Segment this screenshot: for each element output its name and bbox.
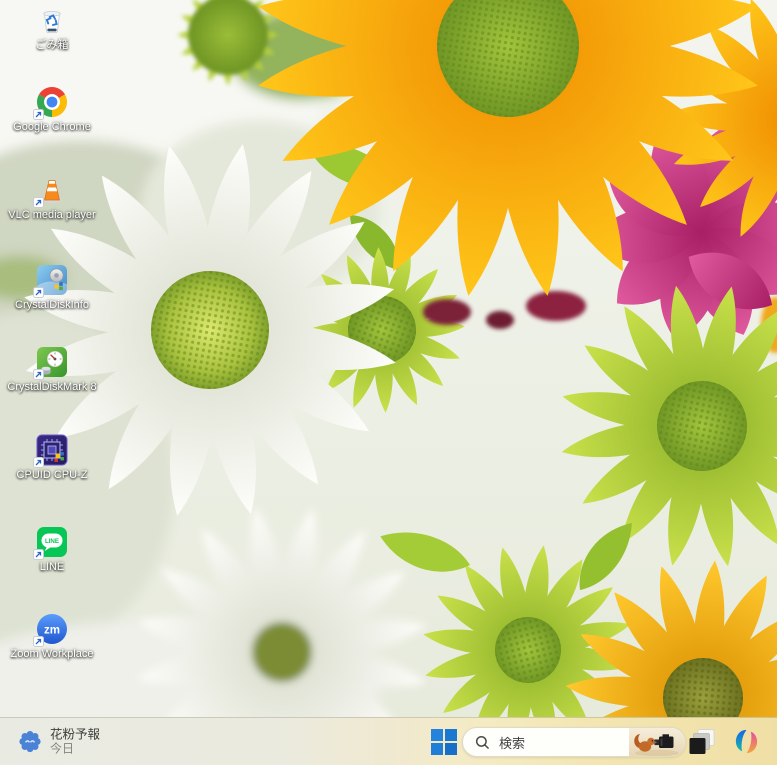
shortcut-arrow-icon [33,369,44,380]
desktop-icon-label: VLC media player [8,209,95,222]
weather-widget[interactable]: 花粉予報 今日 [13,725,106,758]
widget-subtitle: 今日 [50,742,100,756]
flower-wallpaper [0,0,777,765]
shortcut-arrow-icon [33,197,44,208]
desktop-icon-label: Google Chrome [13,121,91,134]
desktop-icon-label: CrystalDiskMark 8 [7,381,96,394]
desktop-icon-crystaldiskinfo[interactable]: CrystalDiskInfo [4,264,100,312]
shortcut-arrow-icon [33,287,44,298]
desktop-icon-label: CrystalDiskInfo [15,299,89,312]
search-box[interactable]: 検索 [462,727,686,757]
pollen-icon [19,731,41,753]
desktop-icon-label: CPUID CPU-Z [17,469,88,482]
desktop-icon-label: Zoom Workplace [11,648,94,661]
desktop-icon-crystaldiskmark[interactable]: CrystalDiskMark 8 [4,346,100,394]
desktop-icon-google-chrome[interactable]: Google Chrome [4,86,100,134]
squirrel-with-camera-photo[interactable] [629,727,685,757]
windows-start-icon [431,729,457,755]
stacked-photos-icon [689,729,715,755]
search-icon [475,735,490,750]
shortcut-arrow-icon [33,549,44,560]
desktop: ごみ箱 Google Chrome [0,0,777,765]
start-button[interactable] [427,725,461,759]
line-badge-text: LINE [45,538,59,545]
taskbar: 花粉予報 今日 検索 [0,717,777,765]
shortcut-arrow-icon [33,457,44,468]
taskbar-app-stacked-photos[interactable] [684,724,720,760]
desktop-icon-zoom[interactable]: zm Zoom Workplace [4,613,100,661]
desktop-icon-label: ごみ箱 [36,39,69,52]
shortcut-arrow-icon [33,636,44,647]
desktop-icon-vlc[interactable]: VLC media player [4,174,100,222]
desktop-icon-line[interactable]: LINE LINE [4,526,100,574]
desktop-icon-cpu-z[interactable]: CPUID CPU-Z [4,434,100,482]
copilot-icon [733,728,760,755]
taskbar-copilot-button[interactable] [728,724,764,760]
search-placeholder: 検索 [499,733,525,752]
zoom-badge-text: zm [44,625,60,637]
recycle-bin-icon [36,4,68,36]
desktop-icon-recycle-bin[interactable]: ごみ箱 [4,4,100,52]
desktop-icon-label: LINE [40,561,64,574]
widget-title: 花粉予報 [50,727,100,742]
shortcut-arrow-icon [33,109,44,120]
